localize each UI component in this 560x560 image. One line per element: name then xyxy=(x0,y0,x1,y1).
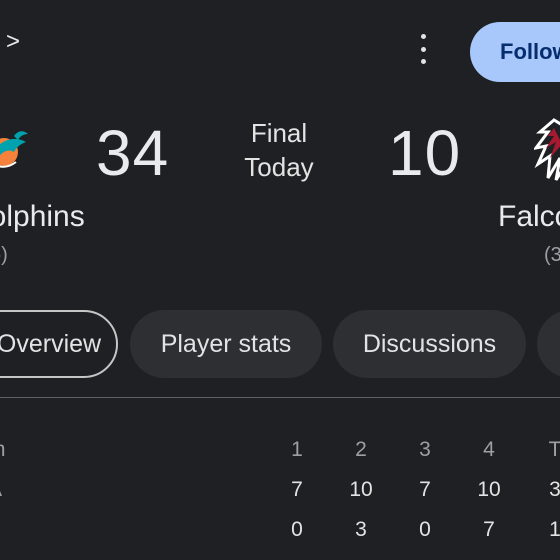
tab-next[interactable] xyxy=(537,310,560,378)
away-team-name[interactable]: Falcons xyxy=(498,200,560,234)
table-cell: 10 xyxy=(349,478,373,501)
column-header: 3 xyxy=(419,438,431,461)
table-cell: 0 xyxy=(419,518,431,541)
breadcrumb[interactable]: l > xyxy=(0,28,20,56)
game-date: Today xyxy=(244,152,314,182)
table-cell: 7 xyxy=(419,478,431,501)
away-team-record: (3 xyxy=(544,244,560,266)
tab-discussions[interactable]: Discussions xyxy=(333,310,526,378)
home-score: 34 xyxy=(96,117,170,189)
game-status: Final Today xyxy=(222,116,336,184)
home-team-record: 6) xyxy=(0,244,8,266)
away-score: 10 xyxy=(388,117,462,189)
falcons-logo-icon[interactable] xyxy=(534,118,560,182)
column-header: 1 xyxy=(291,438,303,461)
tab-overview[interactable]: Overview xyxy=(0,310,118,378)
column-header: T xyxy=(548,438,560,461)
game-status-label: Final xyxy=(250,118,308,148)
row-label: A xyxy=(0,478,2,502)
table-cell: 10 xyxy=(477,478,501,501)
divider xyxy=(0,397,560,398)
table-cell: 3 xyxy=(549,478,560,501)
tab-player-stats[interactable]: Player stats xyxy=(130,310,322,378)
column-header: 4 xyxy=(483,438,495,461)
table-cell: 7 xyxy=(291,478,303,501)
table-cell: 0 xyxy=(291,518,303,541)
table-cell: 7 xyxy=(483,518,495,541)
table-cell: 3 xyxy=(355,518,367,541)
column-header: 2 xyxy=(355,438,367,461)
game-screen: l > Follow 34 Final Today 10 Dolphins Fa… xyxy=(0,0,560,560)
follow-button[interactable]: Follow xyxy=(470,22,560,82)
more-vert-icon[interactable] xyxy=(412,34,434,64)
table-header-label: m xyxy=(0,438,6,462)
dolphins-logo-icon[interactable] xyxy=(0,122,30,180)
home-team-name[interactable]: Dolphins xyxy=(0,200,85,234)
table-cell: 1 xyxy=(549,518,560,541)
